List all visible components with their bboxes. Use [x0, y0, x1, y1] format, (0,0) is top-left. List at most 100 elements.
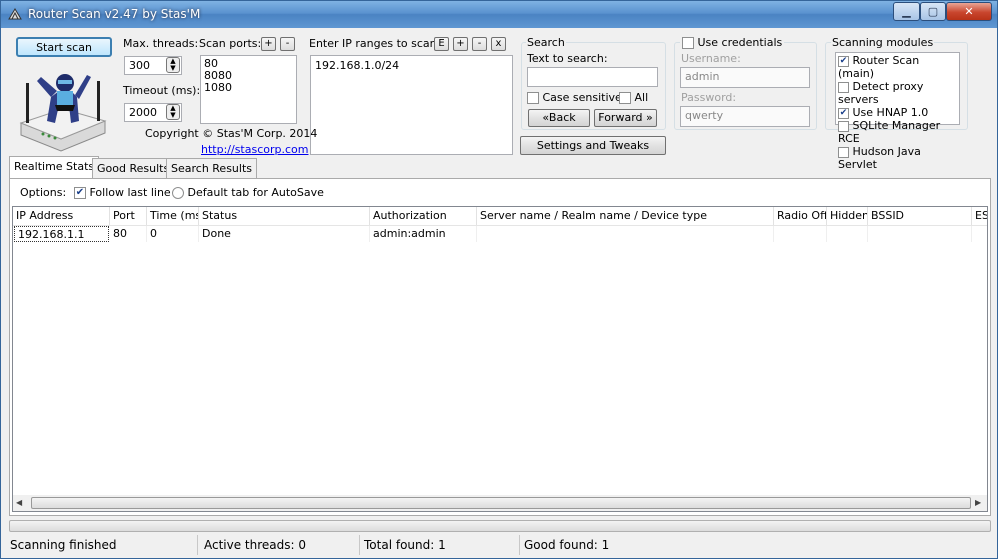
module-sqlite-rce-box[interactable]	[838, 120, 849, 132]
maximize-button[interactable]: ▢	[920, 2, 946, 21]
max-threads-spinner[interactable]: ▲ ▼	[166, 57, 180, 73]
column-status[interactable]: Status	[199, 207, 370, 225]
scan-ports-label: Scan ports:	[199, 37, 262, 50]
case-sensitive-label: Case sensitive	[542, 91, 622, 104]
module-detect-proxy[interactable]: Detect proxy servers	[838, 80, 957, 106]
modules-list[interactable]: ✔ Router Scan (main) Detect proxy server…	[835, 52, 960, 171]
max-threads-label: Max. threads:	[123, 37, 199, 50]
username-label: Username:	[681, 52, 741, 65]
module-label: Use HNAP 1.0	[852, 106, 929, 119]
cell-time[interactable]: 0	[147, 226, 199, 242]
module-sqlite-rce[interactable]: SQLite Manager RCE	[838, 119, 957, 145]
module-hnap[interactable]: ✔ Use HNAP 1.0	[838, 106, 957, 119]
username-input[interactable]: admin	[680, 67, 810, 88]
realtime-stats-panel: Options: ✔ Follow last line Default tab …	[9, 178, 991, 516]
minimize-button[interactable]: ▁	[893, 2, 920, 21]
cell-status[interactable]: Done	[199, 226, 370, 242]
column-hidden[interactable]: Hidden	[827, 207, 868, 225]
timeout-spinner[interactable]: ▲ ▼	[166, 104, 180, 120]
ip-range-item[interactable]: 192.168.1.0/24	[315, 59, 508, 72]
router-scan-window: Router Scan v2.47 by Stas'M ▁ ▢ ✕ Start …	[0, 0, 998, 559]
add-port-button[interactable]: +	[261, 37, 276, 51]
app-icon	[8, 8, 22, 20]
module-router-scan-box[interactable]: ✔	[838, 55, 849, 67]
search-text-label: Text to search:	[527, 52, 608, 65]
case-sensitive-box[interactable]	[527, 92, 539, 104]
ninja-router-illustration	[19, 74, 107, 152]
module-label: SQLite Manager RCE	[838, 119, 941, 145]
scroll-left-arrow-icon[interactable]: ◀	[16, 498, 22, 507]
add-range-button[interactable]: +	[453, 37, 468, 51]
search-all-checkbox[interactable]: All	[619, 91, 648, 104]
ports-list[interactable]: 80 8080 1080	[200, 55, 297, 124]
cell-essid[interactable]	[972, 226, 987, 242]
settings-and-tweaks-button[interactable]: Settings and Tweaks	[520, 136, 666, 155]
cell-authorization[interactable]: admin:admin	[370, 226, 477, 242]
cell-server-name[interactable]	[477, 226, 774, 242]
ip-ranges-list[interactable]: 192.168.1.0/24	[310, 55, 513, 155]
column-bssid[interactable]: BSSID	[868, 207, 972, 225]
copyright-text: Copyright © Stas'M Corp. 2014	[145, 127, 318, 140]
scroll-right-arrow-icon[interactable]: ▶	[975, 498, 981, 507]
table-row[interactable]: 192.168.1.1 80 0 Done admin:admin	[13, 226, 987, 242]
cell-bssid[interactable]	[868, 226, 972, 242]
clear-ranges-button[interactable]: x	[491, 37, 506, 51]
scrollbar-thumb[interactable]	[31, 497, 971, 509]
use-credentials-label: Use credentials	[697, 36, 783, 49]
default-tab-autosave-radio[interactable]: Default tab for AutoSave	[172, 186, 324, 199]
follow-last-line-label: Follow last line	[89, 186, 171, 199]
module-hudson[interactable]: Hudson Java Servlet	[838, 145, 957, 171]
module-label: Router Scan (main)	[838, 54, 920, 80]
cell-radio-off[interactable]	[774, 226, 827, 242]
follow-last-line-box[interactable]: ✔	[74, 187, 86, 199]
tab-good-results[interactable]: Good Results	[92, 158, 175, 178]
search-back-button[interactable]: «Back	[528, 109, 590, 127]
horizontal-scrollbar[interactable]: ◀ ▶	[13, 495, 987, 511]
options-label: Options:	[20, 186, 67, 199]
default-tab-autosave-label: Default tab for AutoSave	[187, 186, 324, 199]
case-sensitive-checkbox[interactable]: Case sensitive	[527, 91, 622, 104]
search-input[interactable]	[527, 67, 658, 87]
module-detect-proxy-box[interactable]	[838, 81, 849, 93]
cell-hidden[interactable]	[827, 226, 868, 242]
close-button[interactable]: ✕	[946, 2, 992, 21]
column-essid[interactable]: ESSID	[972, 207, 987, 225]
module-label: Hudson Java Servlet	[838, 145, 921, 171]
start-scan-button[interactable]: Start scan	[16, 37, 112, 57]
column-radio-off[interactable]: Radio Off	[774, 207, 827, 225]
column-authorization[interactable]: Authorization	[370, 207, 477, 225]
remove-port-button[interactable]: -	[280, 37, 295, 51]
timeout-label: Timeout (ms):	[123, 84, 201, 97]
results-table-header: IP Address Port Time (ms) Status Authori…	[13, 207, 987, 226]
use-credentials-box[interactable]	[682, 37, 694, 49]
search-all-label: All	[634, 91, 649, 104]
column-port[interactable]: Port	[110, 207, 147, 225]
website-link[interactable]: http://stascorp.com	[201, 143, 309, 156]
scan-progress-bar	[9, 520, 991, 532]
status-good-found: Good found: 1	[524, 538, 610, 552]
follow-last-line-checkbox[interactable]: ✔ Follow last line	[74, 186, 171, 199]
column-time[interactable]: Time (ms)	[147, 207, 199, 225]
remove-range-button[interactable]: -	[472, 37, 487, 51]
use-credentials-checkbox[interactable]: Use credentials	[680, 36, 785, 49]
cell-port[interactable]: 80	[110, 226, 147, 242]
module-label: Detect proxy servers	[838, 80, 924, 106]
edit-range-button[interactable]: E	[434, 37, 449, 51]
default-tab-autosave-radio-circle[interactable]	[172, 187, 184, 199]
column-ip-address[interactable]: IP Address	[13, 207, 110, 225]
column-server-name[interactable]: Server name / Realm name / Device type	[477, 207, 774, 225]
tab-search-results[interactable]: Search Results	[166, 158, 258, 178]
port-item[interactable]: 1080	[204, 82, 293, 94]
module-router-scan[interactable]: ✔ Router Scan (main)	[838, 54, 957, 80]
title-bar: Router Scan v2.47 by Stas'M ▁ ▢ ✕	[1, 1, 997, 28]
cell-ip-address[interactable]: 192.168.1.1	[14, 226, 109, 242]
password-input[interactable]: qwerty	[680, 106, 810, 127]
search-all-box[interactable]	[619, 92, 631, 104]
search-forward-button[interactable]: Forward »	[594, 109, 657, 127]
tab-realtime-stats[interactable]: Realtime Stats	[9, 156, 100, 179]
results-table: IP Address Port Time (ms) Status Authori…	[12, 206, 988, 512]
search-group-label: Search	[526, 36, 566, 49]
status-scan-state: Scanning finished	[8, 535, 198, 555]
module-hudson-box[interactable]	[838, 146, 849, 158]
module-hnap-box[interactable]: ✔	[838, 107, 849, 119]
